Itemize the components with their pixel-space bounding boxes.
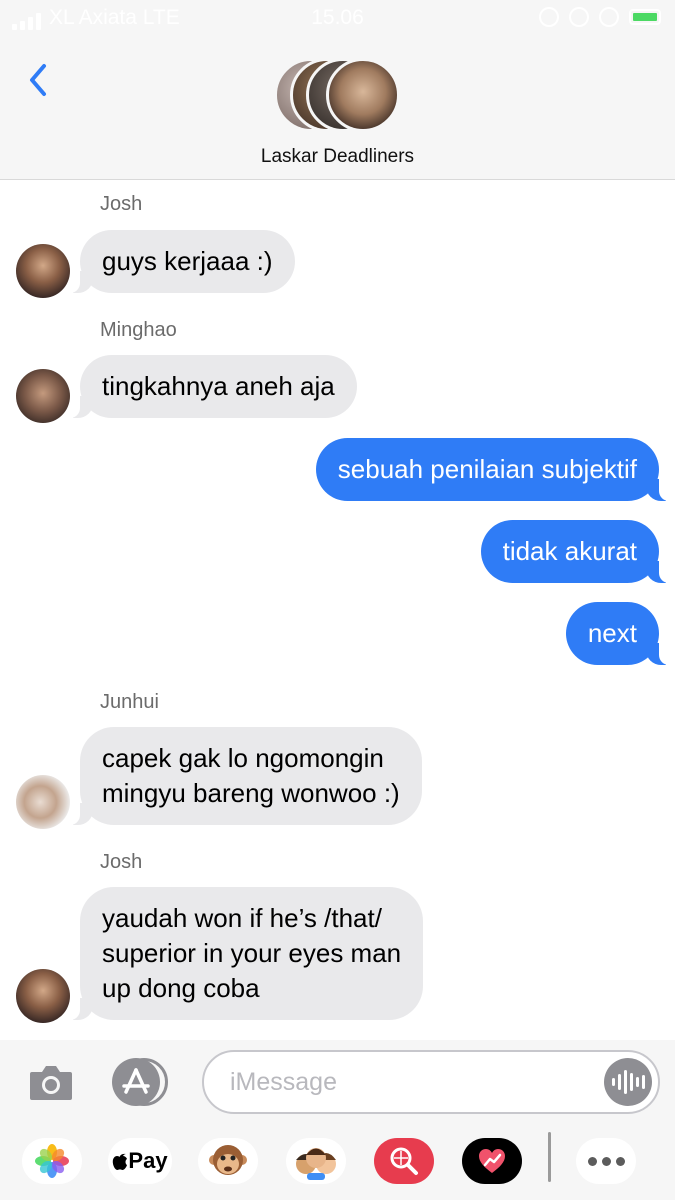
memoji-icon[interactable] — [286, 1138, 346, 1184]
avatar[interactable] — [16, 244, 70, 298]
alarm-icon — [539, 7, 559, 27]
photos-icon[interactable] — [22, 1138, 82, 1184]
message-bubble-outgoing[interactable]: next — [565, 602, 670, 665]
status-right — [539, 7, 661, 27]
avatar[interactable] — [16, 775, 70, 829]
avatar[interactable] — [16, 369, 70, 423]
battery-icon — [629, 9, 661, 25]
message-line: capek gak lo ngomongin — [102, 743, 384, 773]
app-drawer: Pay — [0, 1096, 675, 1200]
image-search-icon[interactable] — [374, 1138, 434, 1184]
apple-logo-icon — [113, 1153, 128, 1170]
sender-name: Josh — [100, 193, 143, 215]
message-bubble-incoming[interactable]: capek gak lo ngomongin mingyu bareng won… — [70, 727, 422, 825]
message-line: superior in your eyes man — [102, 938, 402, 968]
monkey-animoji-icon[interactable] — [198, 1138, 258, 1184]
message-bubble-incoming[interactable]: guys kerjaaa :) — [70, 230, 295, 293]
headphones-icon — [599, 7, 619, 27]
message-bubble-outgoing[interactable]: tidak akurat — [480, 520, 670, 583]
group-name[interactable]: Laskar Deadliners — [0, 146, 675, 168]
avatar[interactable] — [16, 969, 70, 1023]
message-line: yaudah won if he’s /that/ — [102, 903, 382, 933]
sender-name: Minghao — [100, 319, 177, 341]
message-bubble-outgoing[interactable]: sebuah penilaian subjektif — [315, 438, 670, 501]
more-icon[interactable] — [576, 1138, 636, 1184]
chevron-left-icon[interactable] — [24, 60, 52, 100]
apple-pay-label: Pay — [128, 1148, 168, 1173]
sender-name: Junhui — [100, 691, 159, 713]
conversation-header: Laskar Deadliners — [0, 36, 675, 180]
status-bar: XL Axiata LTE 15.06 — [0, 0, 675, 36]
message-bubble-incoming[interactable]: tingkahnya aneh aja — [70, 355, 357, 418]
message-bubble-incoming[interactable]: yaudah won if he’s /that/ superior in yo… — [69, 887, 424, 1020]
drawer-divider — [548, 1132, 551, 1182]
sender-name: Josh — [100, 851, 143, 873]
orientation-lock-icon — [569, 7, 589, 27]
group-avatar-stack[interactable] — [274, 58, 404, 134]
apple-pay-icon[interactable]: Pay — [108, 1138, 172, 1184]
avatar — [326, 58, 400, 132]
digital-touch-icon[interactable] — [462, 1138, 522, 1184]
message-line: up dong coba — [102, 973, 260, 1003]
message-line: mingyu bareng wonwoo :) — [102, 778, 400, 808]
